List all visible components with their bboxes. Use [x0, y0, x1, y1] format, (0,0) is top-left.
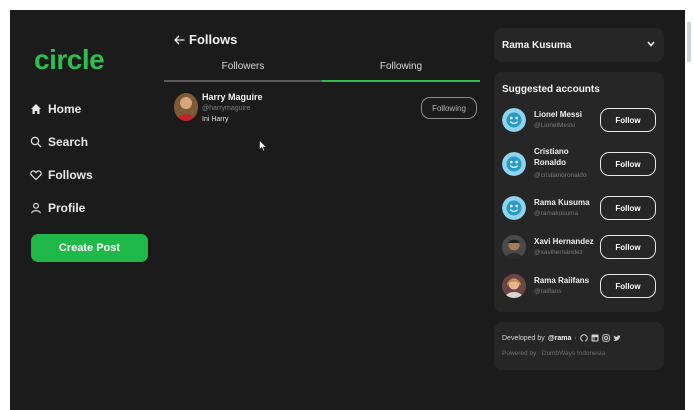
account-handle: @xavihernandez: [534, 249, 583, 256]
avatar-photo: [502, 274, 526, 298]
window-edge: [685, 10, 693, 410]
chevron-down-icon: [647, 41, 655, 47]
tab-label: Following: [379, 61, 423, 72]
nav-item-label: Follows: [48, 168, 93, 182]
right-panel: Rama Kusuma Suggested accounts Lionel Me…: [490, 10, 665, 410]
follow-button[interactable]: Follow: [600, 108, 656, 132]
follow-button[interactable]: Follow: [600, 152, 656, 176]
suggested-accounts: Suggested accounts Lionel Messi @LionelM…: [494, 72, 664, 312]
developer-credit: Developed by @rama ·: [502, 334, 621, 342]
heart-icon: [30, 170, 42, 181]
smiley-icon[interactable]: [502, 108, 526, 132]
follows-panel: Follows Followers Following Harry Maguir…: [164, 10, 480, 410]
avatar-photo: [502, 235, 526, 259]
twitter-icon[interactable]: [613, 334, 621, 342]
powered-by-org[interactable]: DumbWays Indonesia: [542, 350, 605, 357]
account-name[interactable]: Rama Raiifans: [534, 275, 589, 286]
home-icon: [31, 104, 41, 114]
avatar-photo: [174, 93, 198, 121]
avatar[interactable]: [502, 235, 526, 259]
tab-label: Followers: [221, 61, 265, 72]
avatar[interactable]: [174, 93, 198, 121]
account-name[interactable]: Lionel Messi: [534, 109, 582, 120]
account-handle: @cristianoronaldo: [534, 172, 587, 179]
mouse-cursor-icon: [259, 140, 267, 152]
smiley-icon[interactable]: [502, 196, 526, 220]
user-name[interactable]: Harry Maguire: [202, 92, 263, 102]
suggested-account: Xavi Hernandez @xavihernandez Follow: [500, 233, 660, 269]
suggested-account: Rama Raiifans @raiifans Follow: [500, 272, 660, 308]
developer-link[interactable]: @rama: [548, 335, 572, 342]
nav-item-search[interactable]: Search: [30, 135, 88, 149]
nav-item-label: Profile: [48, 201, 86, 215]
tab-underline: [164, 80, 322, 82]
follow-button[interactable]: Follow: [600, 196, 656, 220]
profile-name: Rama Kusuma: [502, 40, 572, 51]
tab-underline-active: [322, 80, 480, 82]
suggested-account: Cristiano Ronaldo @cristianoronaldo Foll…: [500, 146, 660, 182]
developed-by-text: Developed by: [502, 334, 545, 342]
account-handle: @ramakusuma: [534, 210, 579, 217]
user-icon: [31, 202, 41, 214]
linkedin-icon[interactable]: [591, 334, 599, 342]
nav-item-follows[interactable]: Follows: [30, 168, 93, 182]
tab-following[interactable]: Following: [322, 58, 480, 82]
suggested-title: Suggested accounts: [502, 84, 600, 95]
suggested-account: Lionel Messi @LionelMessi Follow: [500, 106, 660, 142]
back-arrow-icon[interactable]: [174, 35, 185, 45]
nav-item-profile[interactable]: Profile: [30, 201, 85, 215]
scrollbar-thumb[interactable]: [687, 22, 691, 62]
account-handle: @LionelMessi: [534, 122, 575, 129]
account-handle: @raiifans: [534, 288, 562, 295]
suggested-account: Rama Kusuma @ramakusuma Follow: [500, 194, 660, 230]
user-handle: @harrymaguire: [202, 105, 251, 112]
follow-button[interactable]: Follow: [600, 274, 656, 298]
nav-item-home[interactable]: Home: [30, 102, 81, 116]
nav-item-label: Home: [48, 102, 82, 116]
powered-by: Powered by DumbWays Indonesia: [502, 350, 605, 357]
app-window: circle Home Search Follows Profile Creat…: [10, 10, 685, 410]
page-title-text: Follows: [189, 32, 238, 47]
following-button[interactable]: Following: [421, 97, 477, 119]
profile-switcher[interactable]: Rama Kusuma: [494, 28, 664, 62]
powered-by-text: Powered by: [502, 350, 537, 357]
smiley-icon[interactable]: [502, 152, 526, 176]
app-logo[interactable]: circle: [34, 44, 105, 76]
user-bio: Ini Harry: [202, 116, 229, 123]
search-icon: [30, 136, 42, 148]
account-name[interactable]: Rama Kusuma: [534, 197, 590, 208]
github-icon[interactable]: [579, 334, 588, 342]
sidebar: circle Home Search Follows Profile Creat…: [10, 10, 164, 410]
tab-followers[interactable]: Followers: [164, 58, 322, 82]
create-post-button[interactable]: Create Post: [31, 234, 148, 262]
instagram-icon[interactable]: [601, 334, 610, 342]
account-name[interactable]: Xavi Hernandez: [534, 236, 594, 247]
page-title: Follows: [174, 32, 237, 47]
nav-item-label: Search: [48, 135, 89, 149]
follow-button[interactable]: Follow: [600, 235, 656, 259]
footer-card: Developed by @rama · Powered by DumbWays…: [494, 322, 664, 370]
account-name[interactable]: Cristiano Ronaldo: [534, 146, 594, 168]
follows-tabs: Followers Following: [164, 58, 480, 82]
avatar[interactable]: [502, 274, 526, 298]
list-item[interactable]: Harry Maguire @harrymaguire Ini Harry Fo…: [170, 90, 477, 130]
separator: ·: [574, 334, 577, 342]
